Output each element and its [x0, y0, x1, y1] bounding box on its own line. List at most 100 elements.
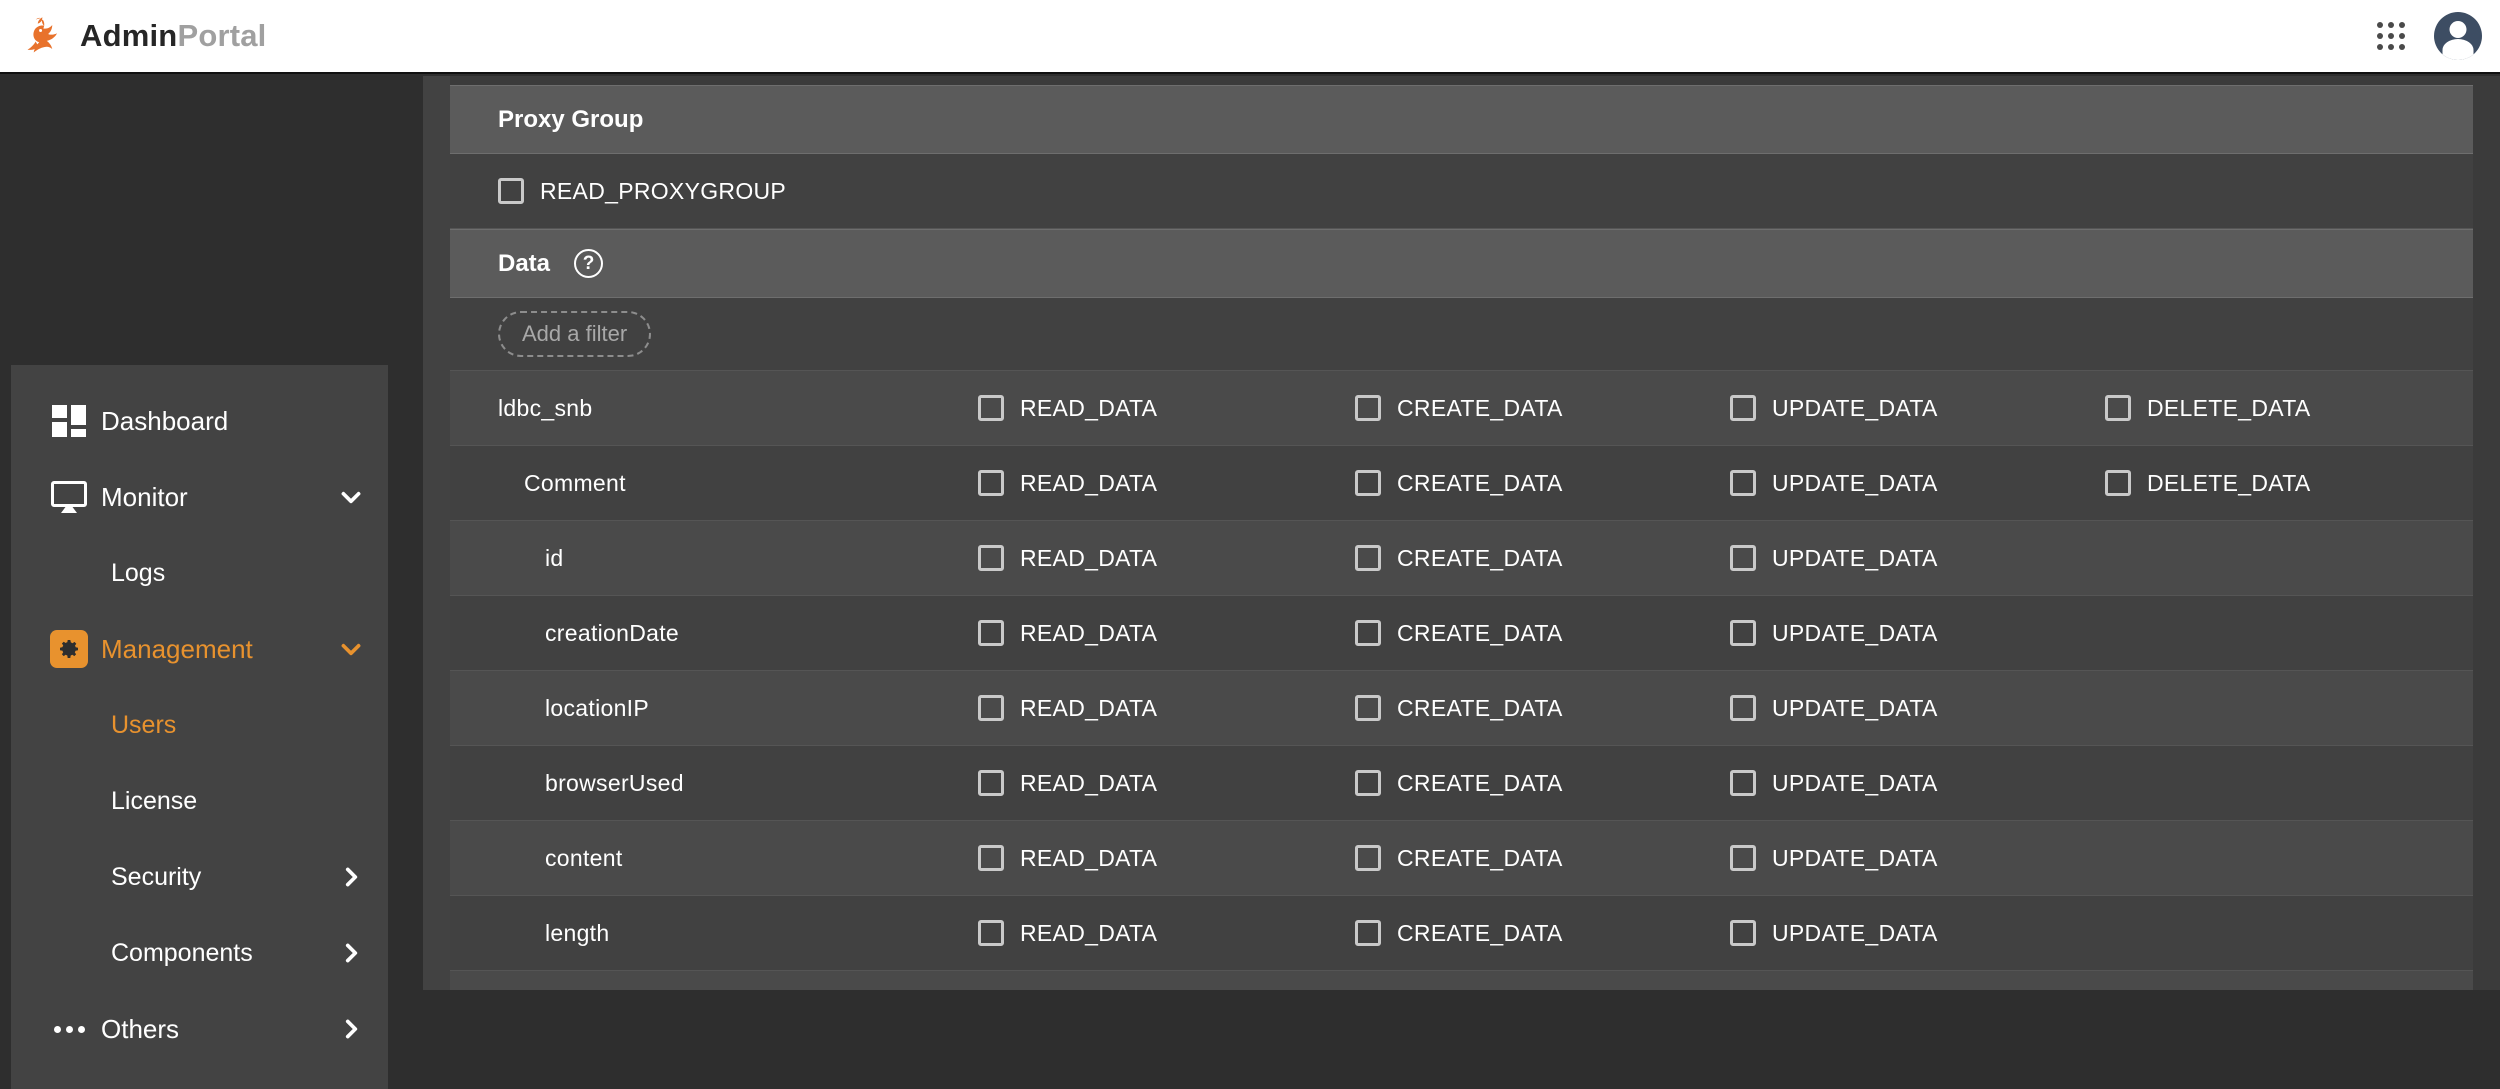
sidebar-item-components[interactable]: Components: [11, 915, 388, 991]
permission-checkbox[interactable]: [1355, 395, 1381, 421]
sidebar-item-label: Security: [111, 863, 201, 892]
panel-gutter: [423, 76, 450, 990]
permission-checkbox[interactable]: [978, 470, 1004, 496]
permission-cell: CREATE_DATA: [1355, 671, 1563, 745]
table-row[interactable]: CommentREAD_DATACREATE_DATAUPDATE_DATADE…: [450, 446, 2473, 521]
permission-cell: CREATE_DATA: [1355, 596, 1563, 670]
permission-cell: UPDATE_DATA: [1730, 371, 1938, 445]
permission-label: DELETE_DATA: [2147, 470, 2311, 497]
top-bar: AdminPortal: [0, 0, 2500, 74]
permission-label: READ_DATA: [1020, 770, 1157, 797]
add-filter-chip[interactable]: Add a filter: [498, 311, 651, 357]
row-label-wrap: READ_PROXYGROUP: [450, 154, 786, 228]
permission-checkbox[interactable]: [978, 845, 1004, 871]
gear-icon: [49, 629, 89, 669]
permission-cell: CREATE_DATA: [1355, 446, 1563, 520]
permission-checkbox[interactable]: [1730, 470, 1756, 496]
chevron-right-icon[interactable]: [338, 940, 364, 966]
permission-checkbox[interactable]: [978, 920, 1004, 946]
permission-label: UPDATE_DATA: [1772, 395, 1938, 422]
row-label-wrap: id: [450, 521, 564, 595]
top-bar-actions: [2374, 12, 2482, 60]
table-row[interactable]: browserUsedREAD_DATACREATE_DATAUPDATE_DA…: [450, 746, 2473, 821]
table-row[interactable]: ldbc_snb READ_DATA CREATE_DATA UPDATE_DATA D…: [450, 371, 2473, 446]
permission-checkbox[interactable]: [1730, 545, 1756, 571]
apps-grid-icon[interactable]: [2374, 19, 2408, 53]
brand-name-secondary: Portal: [177, 18, 266, 53]
sidebar-item-label: Dashboard: [101, 406, 228, 437]
sidebar-item-logs[interactable]: Logs: [11, 535, 388, 611]
permission-checkbox[interactable]: [1355, 545, 1381, 571]
dashboard-grid-icon: [49, 401, 89, 441]
permission-cell: READ_DATA: [978, 446, 1157, 520]
row-label: READ_PROXYGROUP: [540, 178, 786, 205]
permission-checkbox[interactable]: [1355, 845, 1381, 871]
chevron-right-icon[interactable]: [338, 864, 364, 890]
permission-label: READ_DATA: [1020, 545, 1157, 572]
sidebar-item-label: Logs: [111, 559, 165, 588]
help-icon[interactable]: ?: [574, 249, 603, 278]
table-row[interactable]: locationIPREAD_DATACREATE_DATAUPDATE_DAT…: [450, 671, 2473, 746]
permission-label: READ_DATA: [1020, 395, 1157, 422]
permission-checkbox[interactable]: [978, 395, 1004, 421]
permission-checkbox[interactable]: [1730, 920, 1756, 946]
permission-label: READ_DATA: [1020, 920, 1157, 947]
sidebar-item-label: License: [111, 787, 197, 816]
permission-cell: UPDATE_DATA: [1730, 521, 1938, 595]
sidebar-item-dashboard[interactable]: Dashboard: [11, 383, 388, 459]
table-row[interactable]: lengthREAD_DATACREATE_DATAUPDATE_DATA: [450, 896, 2473, 971]
chevron-right-icon[interactable]: [338, 1016, 364, 1042]
sidebar-item-label: Monitor: [101, 482, 188, 513]
permission-checkbox[interactable]: [978, 770, 1004, 796]
user-avatar-icon[interactable]: [2434, 12, 2482, 60]
sidebar-item-others[interactable]: Others: [11, 991, 388, 1067]
permission-checkbox[interactable]: [2105, 470, 2131, 496]
permission-checkbox[interactable]: [2105, 395, 2131, 421]
permission-checkbox[interactable]: [1730, 620, 1756, 646]
sidebar-item-users[interactable]: Users: [11, 687, 388, 763]
permission-checkbox[interactable]: [978, 620, 1004, 646]
table-row[interactable]: idREAD_DATACREATE_DATAUPDATE_DATA: [450, 521, 2473, 596]
sidebar-item-label: Others: [101, 1014, 179, 1045]
filter-row: Add a filter: [450, 298, 2473, 371]
permission-cell: UPDATE_DATA: [1730, 746, 1938, 820]
table-row[interactable]: creationDateREAD_DATACREATE_DATAUPDATE_D…: [450, 596, 2473, 671]
permission-checkbox[interactable]: [1355, 695, 1381, 721]
permission-checkbox[interactable]: [1730, 770, 1756, 796]
row-label: locationIP: [545, 695, 649, 722]
permission-label: UPDATE_DATA: [1772, 620, 1938, 647]
permission-checkbox[interactable]: [978, 545, 1004, 571]
permission-checkbox[interactable]: [1355, 920, 1381, 946]
permission-cell: READ_DATA: [978, 596, 1157, 670]
permission-checkbox[interactable]: [1730, 845, 1756, 871]
row-checkbox[interactable]: [498, 178, 524, 204]
sidebar-item-security[interactable]: Security: [11, 839, 388, 915]
permission-cell: CREATE_DATA: [1355, 371, 1563, 445]
table-row[interactable]: READ_PROXYGROUP: [450, 154, 2473, 229]
permission-checkbox[interactable]: [1730, 695, 1756, 721]
permission-checkbox[interactable]: [1355, 620, 1381, 646]
chevron-down-icon[interactable]: [338, 484, 364, 510]
sidebar-item-management[interactable]: Management: [11, 611, 388, 687]
permission-label: UPDATE_DATA: [1772, 770, 1938, 797]
permission-cell: READ_DATA: [978, 521, 1157, 595]
permission-label: CREATE_DATA: [1397, 920, 1563, 947]
dots-icon: [49, 1009, 89, 1049]
permission-label: READ_DATA: [1020, 845, 1157, 872]
brand[interactable]: AdminPortal: [22, 14, 267, 58]
permission-cell: UPDATE_DATA: [1730, 896, 1938, 970]
row-label: browserUsed: [545, 770, 684, 797]
permission-cell: UPDATE_DATA: [1730, 671, 1938, 745]
row-label: ldbc_snb: [498, 395, 592, 422]
table-row[interactable]: contentREAD_DATACREATE_DATAUPDATE_DATA: [450, 821, 2473, 896]
sidebar-item-monitor[interactable]: Monitor: [11, 459, 388, 535]
permission-cell: DELETE_DATA: [2105, 371, 2311, 445]
permission-checkbox[interactable]: [1355, 470, 1381, 496]
permission-checkbox[interactable]: [978, 695, 1004, 721]
chevron-down-icon[interactable]: [338, 636, 364, 662]
permission-checkbox[interactable]: [1730, 395, 1756, 421]
permission-checkbox[interactable]: [1355, 770, 1381, 796]
permission-label: DELETE_DATA: [2147, 395, 2311, 422]
sidebar-item-license[interactable]: License: [11, 763, 388, 839]
permission-cell: CREATE_DATA: [1355, 821, 1563, 895]
